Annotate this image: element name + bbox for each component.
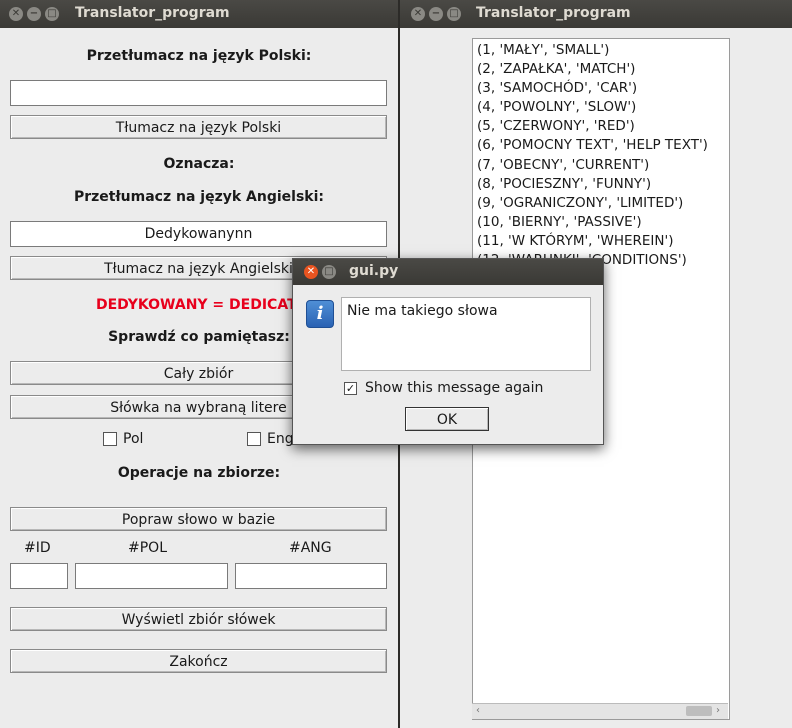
operations-header: Operacje na zbiorze: [117, 465, 281, 481]
list-item[interactable]: (4, 'POWOLNY', 'SLOW') [473, 98, 729, 117]
info-icon: i [306, 300, 334, 328]
ang-word-input[interactable] [235, 563, 387, 589]
scroll-right-arrow-icon[interactable]: › [716, 705, 720, 716]
close-icon[interactable]: ✕ [9, 7, 23, 21]
window-title: Translator_program [476, 5, 631, 21]
scroll-left-arrow-icon[interactable]: ‹ [476, 705, 480, 716]
show-again-label: Show this message again [365, 380, 544, 396]
close-icon[interactable]: ✕ [304, 265, 318, 279]
pol-checkbox-label: Pol [123, 431, 144, 447]
eng-checkbox[interactable] [247, 432, 261, 446]
minimize-icon[interactable]: − [27, 7, 41, 21]
list-item[interactable]: (1, 'MAŁY', 'SMALL') [473, 41, 729, 60]
list-item[interactable]: (10, 'BIERNY', 'PASSIVE') [473, 213, 729, 232]
maximize-icon[interactable]: □ [447, 7, 461, 21]
maximize-icon[interactable]: □ [45, 7, 59, 21]
english-input[interactable]: Dedykowanynn [10, 221, 387, 247]
header-to-english: Przetłumacz na język Angielski: [73, 189, 325, 205]
show-word-set-button[interactable]: Wyświetl zbiór słówek [10, 607, 387, 631]
list-item[interactable]: (6, 'POMOCNY TEXT', 'HELP TEXT') [473, 136, 729, 155]
list-item[interactable]: (2, 'ZAPAŁKA', 'MATCH') [473, 60, 729, 79]
pol-word-input[interactable] [75, 563, 228, 589]
titlebar-list: ✕ − □ Translator_program [400, 0, 792, 28]
pol-checkbox[interactable] [103, 432, 117, 446]
polish-input[interactable] [10, 80, 387, 106]
minimize-icon[interactable]: − [429, 7, 443, 21]
list-item[interactable]: (11, 'W KTÓRYM', 'WHEREIN') [473, 232, 729, 251]
ang-column-label: #ANG [289, 540, 332, 556]
header-to-polish: Przetłumacz na język Polski: [86, 48, 312, 64]
close-icon[interactable]: ✕ [411, 7, 425, 21]
dialog-titlebar: ✕ □ gui.py [293, 259, 603, 285]
dialog-title: gui.py [349, 263, 399, 279]
titlebar-main: ✕ − □ Translator_program [0, 0, 398, 28]
translate-to-polish-button[interactable]: Tłumacz na język Polski [10, 115, 387, 139]
ok-button[interactable]: OK [405, 407, 489, 431]
id-input[interactable] [10, 563, 68, 589]
eng-checkbox-label: Eng [267, 431, 294, 447]
id-column-label: #ID [24, 540, 51, 556]
message-text: Nie ma takiego słowa [347, 303, 498, 319]
window-title: Translator_program [75, 5, 230, 21]
show-again-checkbox[interactable]: ✓ [344, 382, 357, 395]
list-item[interactable]: (5, 'CZERWONY', 'RED') [473, 117, 729, 136]
scroll-thumb[interactable] [686, 706, 712, 716]
message-text-box: Nie ma takiego słowa [341, 297, 591, 371]
list-item[interactable]: (7, 'OBECNY', 'CURRENT') [473, 156, 729, 175]
message-dialog: ✕ □ gui.py i Nie ma takiego słowa ✓ Show… [292, 258, 604, 445]
fix-word-button[interactable]: Popraw słowo w bazie [10, 507, 387, 531]
exit-button[interactable]: Zakończ [10, 649, 387, 673]
pol-column-label: #POL [128, 540, 167, 556]
list-item[interactable]: (3, 'SAMOCHÓD', 'CAR') [473, 79, 729, 98]
horizontal-scrollbar[interactable]: ‹ › [472, 703, 728, 719]
means-label: Oznacza: [163, 156, 235, 172]
list-item[interactable]: (8, 'POCIESZNY', 'FUNNY') [473, 175, 729, 194]
list-item[interactable]: (9, 'OGRANICZONY', 'LIMITED') [473, 194, 729, 213]
maximize-icon[interactable]: □ [322, 265, 336, 279]
